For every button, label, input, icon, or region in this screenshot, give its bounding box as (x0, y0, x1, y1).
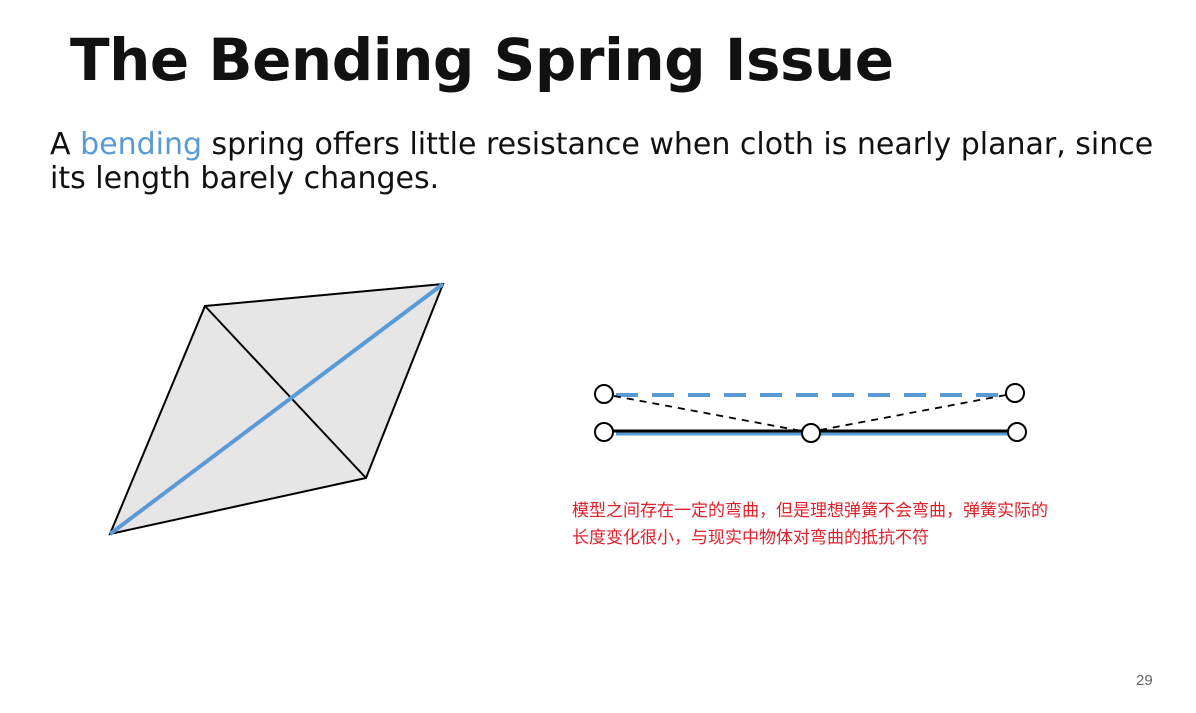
vertex-bottom-middle (801, 423, 821, 443)
vertex-bottom-left (594, 422, 614, 442)
side-view-diagram (594, 383, 1027, 443)
vertex-top-left (594, 384, 614, 404)
bent-edge-left (613, 395, 803, 432)
figure-canvas (108, 282, 1027, 536)
annotation-note: 模型之间存在一定的弯曲，但是理想弹簧不会弯曲，弹簧实际的长度变化很小，与现实中物… (572, 501, 1048, 548)
bent-edge-right (819, 394, 1007, 431)
cloth-quad-diagram (108, 282, 445, 536)
page-number: 29 (1136, 672, 1153, 689)
vertex-top-right (1005, 383, 1025, 403)
vertex-bottom-right (1007, 422, 1027, 442)
